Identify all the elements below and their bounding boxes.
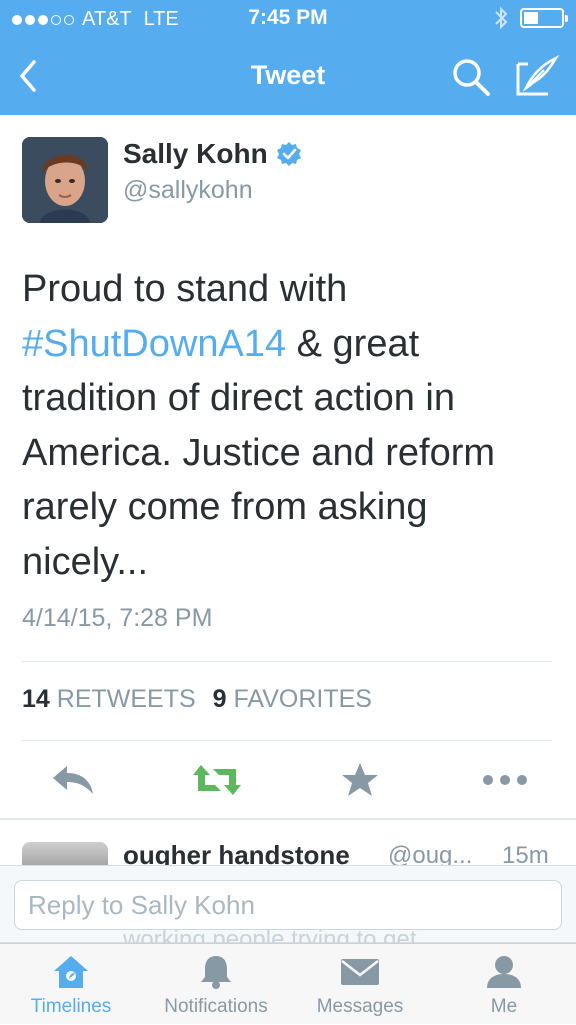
status-bar: AT&T LTE 7:45 PM [0, 0, 576, 38]
tab-bar: Timelines Notifications Messages Me [0, 943, 576, 1024]
reply-input[interactable] [14, 880, 562, 930]
divider [22, 740, 552, 741]
retweet-label: RETWEETS [56, 685, 196, 713]
tab-label: Notifications [164, 996, 268, 1017]
favorite-stat[interactable]: 9 FAVORITES [213, 685, 372, 713]
bell-icon [201, 956, 231, 989]
tweet-text: Proud to stand with #ShutDownA14 & great… [22, 262, 562, 589]
author-handle[interactable]: @sallykohn [123, 176, 253, 205]
battery-icon [520, 8, 568, 28]
reply-author-name: ougher handstone [123, 840, 350, 865]
tweet-text-start: Proud to stand with [22, 268, 348, 310]
tab-label: Timelines [30, 996, 112, 1017]
nav-bar: Tweet [0, 38, 576, 115]
avatar-photo [22, 137, 108, 223]
tab-label: Messages [316, 996, 404, 1017]
reply-author-handle: @oug... [388, 842, 473, 865]
tab-notifications[interactable]: Notifications [152, 944, 280, 1025]
tab-timelines[interactable]: Timelines [18, 944, 124, 1025]
more-button[interactable] [480, 755, 530, 805]
tab-me[interactable]: Me [474, 944, 534, 1025]
favorite-label: FAVORITES [233, 685, 372, 713]
favorite-count: 9 [212, 685, 227, 713]
compose-icon[interactable] [514, 54, 560, 98]
retweet-icon [193, 765, 241, 795]
favorite-icon [342, 763, 378, 796]
reply-icon [53, 766, 93, 794]
tweet-timestamp: 4/14/15, 7:28 PM [22, 604, 213, 632]
tweet-actions [0, 755, 576, 805]
tab-messages[interactable]: Messages [306, 944, 414, 1025]
author-avatar[interactable] [22, 137, 108, 223]
verified-badge-icon [276, 142, 301, 166]
divider [22, 661, 552, 662]
tweet-stats: 14 RETWEETS 9 FAVORITES [22, 685, 372, 714]
more-icon [483, 775, 527, 785]
hashtag-link[interactable]: #ShutDownA14 [22, 323, 286, 365]
search-icon[interactable] [450, 56, 492, 98]
reply-button[interactable] [48, 755, 98, 805]
reply-time: 15m [502, 842, 549, 865]
person-icon [487, 956, 521, 988]
author-name[interactable]: Sally Kohn [123, 138, 268, 170]
clock: 7:45 PM [248, 6, 328, 29]
retweet-count: 14 [22, 685, 50, 713]
retweet-stat[interactable]: 14 RETWEETS [22, 685, 196, 713]
reply-preview[interactable]: ougher handstone @oug... 15m [0, 820, 576, 865]
envelope-icon [341, 959, 379, 985]
home-icon [54, 956, 88, 988]
top-bar: AT&T LTE 7:45 PM Tweet [0, 0, 576, 115]
retweet-button[interactable] [190, 755, 244, 805]
reply-bar: working people trying to get [0, 865, 576, 953]
bluetooth-icon [495, 6, 508, 30]
tab-label: Me [490, 996, 518, 1017]
favorite-button[interactable] [340, 755, 380, 805]
reply-avatar [22, 842, 108, 865]
